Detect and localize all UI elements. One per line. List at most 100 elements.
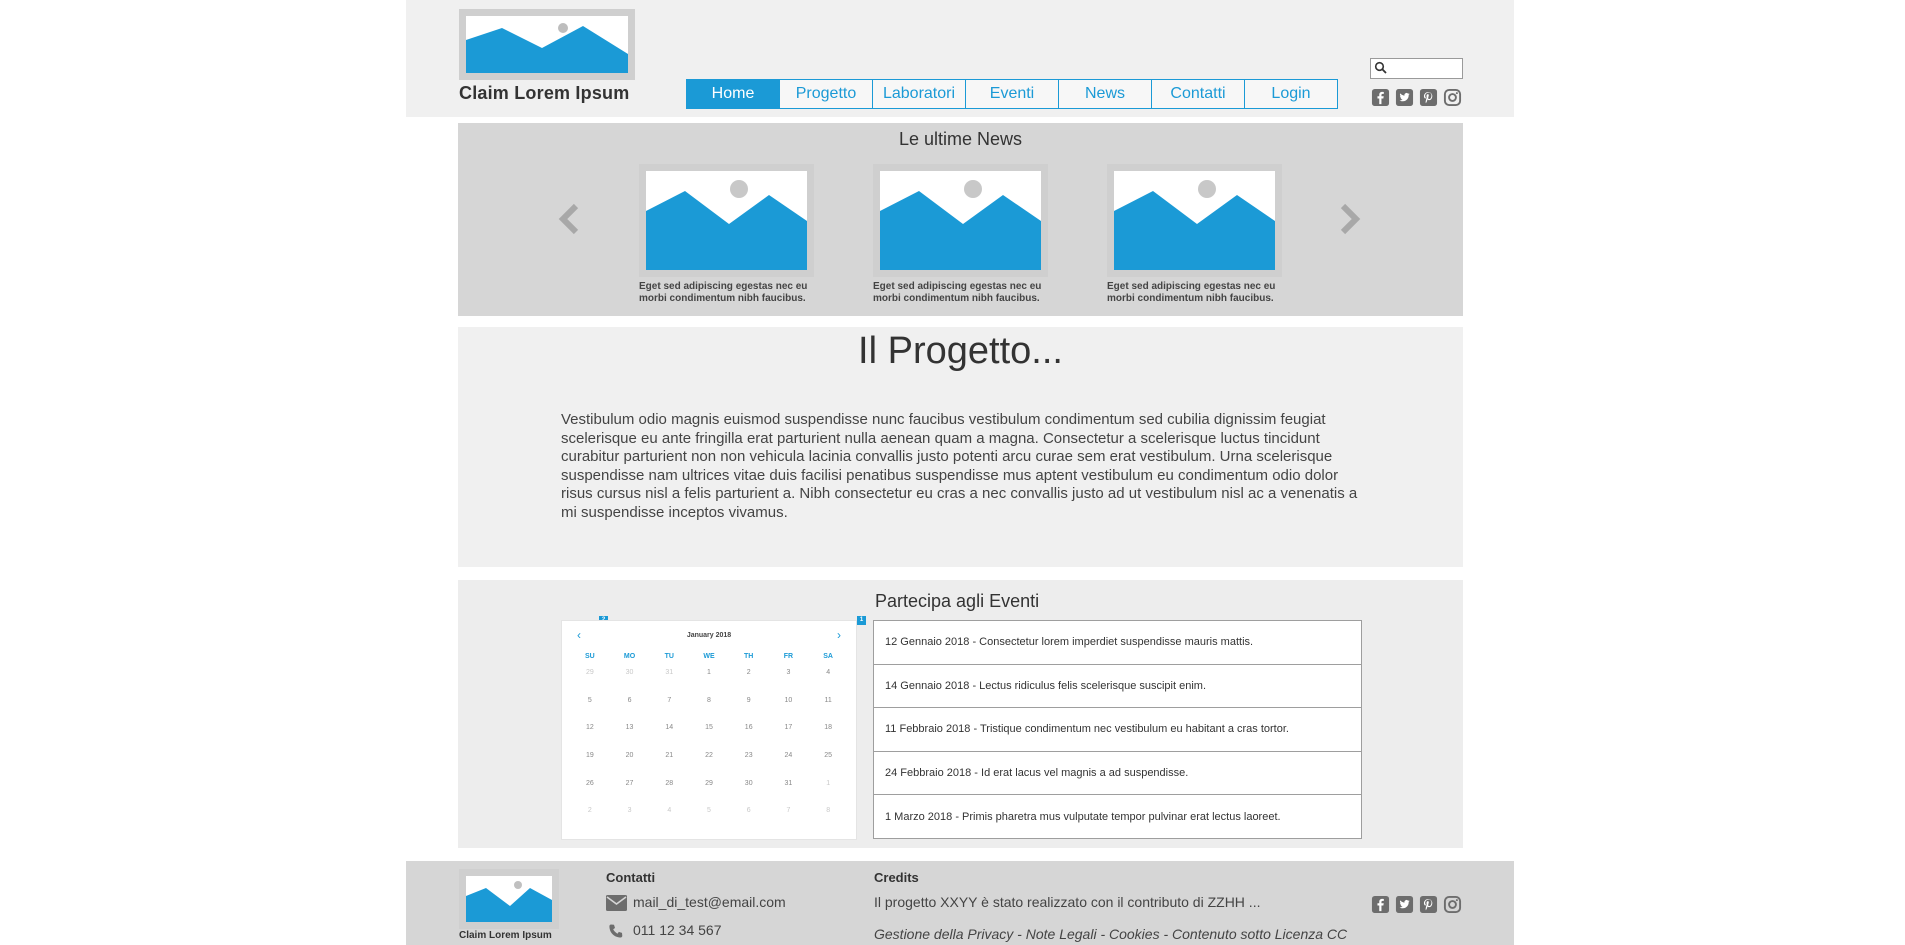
event-item[interactable]: 11 Febbraio 2018 - Tristique condimentum…	[874, 708, 1361, 752]
calendar-day[interactable]: 22	[689, 752, 729, 780]
calendar-day[interactable]: 8	[689, 697, 729, 725]
instagram-icon[interactable]	[1443, 895, 1462, 914]
calendar-day[interactable]: 30	[729, 780, 769, 808]
footer-socials	[1371, 895, 1462, 914]
nav-news[interactable]: News	[1059, 79, 1152, 109]
calendar-marker-right: 1	[857, 616, 866, 625]
calendar-day[interactable]: 6	[729, 807, 769, 835]
event-item[interactable]: 12 Gennaio 2018 - Consectetur lorem impe…	[874, 621, 1361, 665]
footer-logo-image[interactable]	[459, 869, 559, 929]
header-socials	[1371, 88, 1462, 107]
calendar-day[interactable]: 23	[729, 752, 769, 780]
event-item[interactable]: 24 Febbraio 2018 - Id erat lacus vel mag…	[874, 752, 1361, 796]
facebook-icon[interactable]	[1371, 895, 1390, 914]
calendar-day[interactable]: 11	[808, 697, 848, 725]
instagram-icon[interactable]	[1443, 88, 1462, 107]
footer-email[interactable]: mail_di_test@email.com	[633, 894, 786, 910]
calendar-day[interactable]: 31	[649, 669, 689, 697]
contatti-title: Contatti	[606, 870, 656, 885]
calendar-weekday: TH	[744, 653, 754, 660]
progetto-section: Il Progetto... Vestibulum odio magnis eu…	[458, 327, 1463, 567]
calendar-day[interactable]: 29	[689, 780, 729, 808]
calendar-weekday: WE	[703, 653, 715, 660]
news-image-2[interactable]	[873, 164, 1048, 277]
calendar-day[interactable]: 6	[610, 697, 650, 725]
calendar-next-icon[interactable]: ›	[837, 628, 841, 642]
calendar-day[interactable]: 30	[610, 669, 650, 697]
pinterest-icon[interactable]	[1419, 88, 1438, 107]
search-input[interactable]	[1370, 58, 1463, 79]
image-placeholder-icon	[646, 180, 807, 270]
logo-image[interactable]	[459, 9, 635, 80]
event-item[interactable]: 1 Marzo 2018 - Primis pharetra mus vulpu…	[874, 795, 1361, 838]
calendar-day[interactable]: 10	[769, 697, 809, 725]
calendar-day[interactable]: 2	[570, 807, 610, 835]
news-caption-2: Eget sed adipiscing egestas nec eu morbi…	[873, 281, 1042, 304]
twitter-icon[interactable]	[1395, 88, 1414, 107]
calendar-day[interactable]: 18	[808, 724, 848, 752]
carousel-next-icon[interactable]	[1339, 203, 1361, 235]
calendar-day[interactable]: 7	[649, 697, 689, 725]
main-nav: Home Progetto Laboratori Eventi News Con…	[686, 79, 1338, 109]
nav-contatti[interactable]: Contatti	[1152, 79, 1245, 109]
credits-text: Il progetto XXYY è stato realizzato con …	[874, 894, 1261, 910]
calendar-day[interactable]: 3	[769, 669, 809, 697]
site-claim: Claim Lorem Ipsum	[459, 83, 630, 103]
nav-progetto[interactable]: Progetto	[780, 79, 873, 109]
calendar-day[interactable]: 17	[769, 724, 809, 752]
calendar-day[interactable]: 3	[610, 807, 650, 835]
nav-login[interactable]: Login	[1245, 79, 1338, 109]
calendar-day[interactable]: 14	[649, 724, 689, 752]
carousel-prev-icon[interactable]	[558, 203, 580, 235]
calendar-day[interactable]: 5	[570, 697, 610, 725]
calendar-day[interactable]: 4	[808, 669, 848, 697]
calendar-weekday: TU	[664, 653, 674, 660]
nav-home[interactable]: Home	[686, 79, 780, 109]
calendar-day[interactable]: 8	[808, 807, 848, 835]
calendar-day[interactable]: 29	[570, 669, 610, 697]
mail-icon	[606, 895, 627, 911]
calendar-grid: SU MO TU WE TH FR SA 29 30 31 1 2 3 4 5 6 7 8 9 10 11 12 13 14 1…	[570, 653, 848, 835]
page: Claim Lorem Ipsum Home Progetto Laborato…	[406, 0, 1514, 945]
calendar-weekday: SA	[823, 653, 833, 660]
calendar-day[interactable]: 21	[649, 752, 689, 780]
event-list: 12 Gennaio 2018 - Consectetur lorem impe…	[873, 620, 1362, 839]
calendar-day[interactable]: 31	[769, 780, 809, 808]
news-image-1[interactable]	[639, 164, 814, 277]
calendar-day[interactable]: 7	[769, 807, 809, 835]
calendar-day[interactable]: 1	[689, 669, 729, 697]
nav-laboratori[interactable]: Laboratori	[873, 79, 966, 109]
calendar-day[interactable]: 5	[689, 807, 729, 835]
calendar-day[interactable]: 9	[729, 697, 769, 725]
pinterest-icon[interactable]	[1419, 895, 1438, 914]
eventi-section: Partecipa agli Eventi 2 1 ‹ January 2018…	[458, 580, 1463, 848]
news-caption-1: Eget sed adipiscing egestas nec eu morbi…	[639, 281, 808, 304]
calendar-day[interactable]: 13	[610, 724, 650, 752]
calendar-day[interactable]: 26	[570, 780, 610, 808]
calendar-day[interactable]: 12	[570, 724, 610, 752]
calendar-day[interactable]: 19	[570, 752, 610, 780]
calendar-day[interactable]: 1	[808, 780, 848, 808]
news-title: Le ultime News	[898, 129, 1023, 149]
calendar-day[interactable]: 16	[729, 724, 769, 752]
calendar-day[interactable]: 25	[808, 752, 848, 780]
calendar-day[interactable]: 28	[649, 780, 689, 808]
event-item[interactable]: 14 Gennaio 2018 - Lectus ridiculus felis…	[874, 665, 1361, 709]
calendar-day[interactable]: 24	[769, 752, 809, 780]
calendar-weekday: SU	[584, 653, 595, 660]
calendar-day[interactable]: 2	[729, 669, 769, 697]
facebook-icon[interactable]	[1371, 88, 1390, 107]
legal-links[interactable]: Gestione della Privacy - Note Legali - C…	[874, 926, 1347, 942]
calendar-weekday: MO	[623, 653, 636, 660]
calendar-day[interactable]: 20	[610, 752, 650, 780]
news-image-3[interactable]	[1107, 164, 1282, 277]
site-footer: Claim Lorem Ipsum Contatti mail_di_test@…	[406, 861, 1514, 945]
calendar-day[interactable]: 15	[689, 724, 729, 752]
twitter-icon[interactable]	[1395, 895, 1414, 914]
calendar-day[interactable]: 4	[649, 807, 689, 835]
news-section: Le ultime News Eget sed adipiscing egest…	[458, 123, 1463, 316]
calendar-day[interactable]: 27	[610, 780, 650, 808]
event-calendar: ‹ January 2018 › SU MO TU WE TH FR SA 29 30 31 1 2 3…	[561, 620, 857, 840]
nav-eventi[interactable]: Eventi	[966, 79, 1059, 109]
calendar-weekday: FR	[783, 653, 794, 660]
